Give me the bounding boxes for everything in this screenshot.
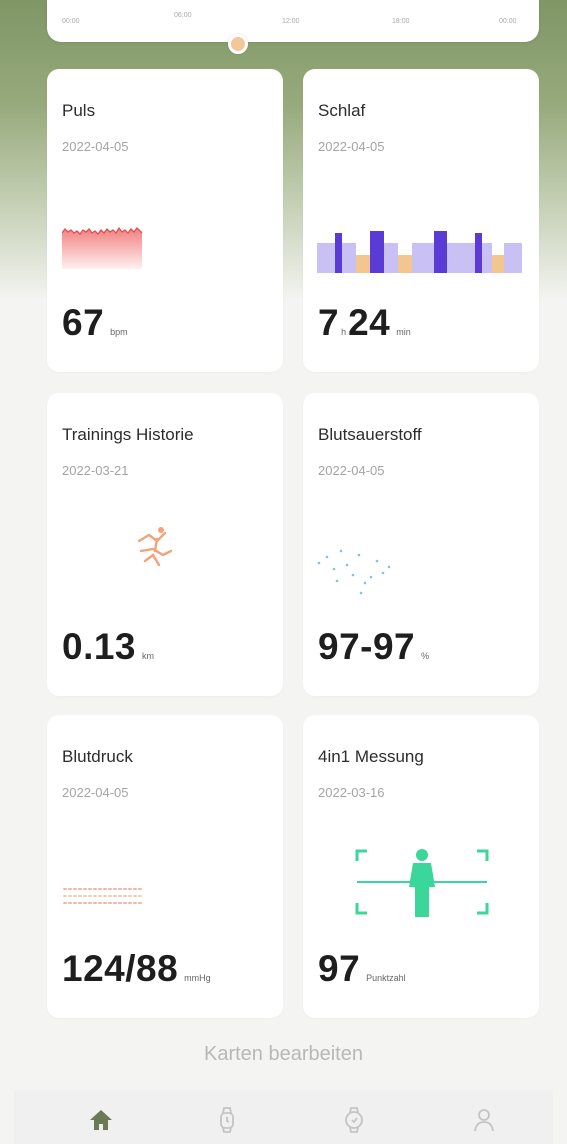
card-date: 2022-04-05 (318, 463, 385, 478)
card-pulse[interactable]: Puls 2022-04-05 67 bpm (47, 69, 283, 372)
edit-cards-link[interactable]: Karten bearbeiten (0, 1043, 567, 1066)
measurement-unit: Punktzahl (366, 973, 406, 983)
card-title: 4in1 Messung (318, 747, 424, 766)
sleep-hours: 7 (318, 302, 340, 343)
card-title: Blutdruck (62, 747, 133, 766)
sleep-bars-chart-icon (317, 231, 522, 273)
card-title: Puls (62, 101, 96, 120)
pulse-value: 67 bpm (62, 302, 128, 344)
training-unit: km (142, 651, 155, 661)
blood-pressure-chart-icon (63, 888, 145, 904)
card-sleep[interactable]: Schlaf 2022-04-05 7 h24 min (303, 69, 539, 372)
oxygen-range: 97-97 (318, 626, 416, 667)
measurement-value: 97 Punktzahl (318, 948, 406, 990)
card-title: Schlaf (318, 101, 366, 120)
card-training-history[interactable]: Trainings Historie 2022-03-21 0.13 km (47, 393, 283, 696)
blood-pressure-unit: mmHg (184, 973, 211, 983)
blood-pressure-reading: 124/88 (62, 948, 179, 989)
card-date: 2022-03-16 (318, 785, 385, 800)
heart-rate-chart-icon (62, 226, 143, 269)
card-date: 2022-04-05 (62, 139, 129, 154)
blood-pressure-value: 124/88 mmHg (62, 948, 211, 990)
card-blood-oxygen[interactable]: Blutsauerstoff 2022-04-05 97-97% (303, 393, 539, 696)
sleep-minutes-unit: min (396, 327, 411, 337)
card-date: 2022-04-05 (318, 139, 385, 154)
measurement-score: 97 (318, 948, 361, 989)
card-blood-pressure[interactable]: Blutdruck 2022-04-05 124/88 mmHg (47, 715, 283, 1018)
watch-icon[interactable] (212, 1105, 242, 1135)
card-title: Blutsauerstoff (318, 425, 422, 444)
home-icon[interactable] (86, 1105, 116, 1135)
card-4in1-measurement[interactable]: 4in1 Messung 2022-03-16 97 Punktzahl (303, 715, 539, 1018)
sleep-hours-unit: h (341, 327, 347, 337)
card-title: Trainings Historie (62, 425, 194, 444)
timeline-tick: 00:00 (499, 18, 517, 25)
training-distance: 0.13 (62, 626, 137, 667)
running-icon (137, 527, 173, 567)
timeline-handle[interactable] (228, 34, 248, 54)
timeline-tick: 06:00 (174, 12, 192, 19)
pulse-unit: bpm (110, 327, 128, 337)
training-value: 0.13 km (62, 626, 154, 668)
body-scan-icon (355, 849, 489, 917)
oxygen-unit: % (421, 651, 430, 661)
watch-face-icon[interactable] (339, 1105, 369, 1135)
card-date: 2022-04-05 (62, 785, 129, 800)
timeline-tick: 12:00 (282, 18, 300, 25)
profile-icon[interactable] (469, 1105, 499, 1135)
sleep-value: 7 h24 min (318, 302, 411, 344)
bottom-navigation (14, 1090, 553, 1144)
card-date: 2022-03-21 (62, 463, 129, 478)
blood-oxygen-dots-icon (317, 549, 391, 595)
day-timeline[interactable]: 00:00 06:00 12:00 18:00 00:00 (47, 0, 539, 42)
sleep-minutes: 24 (348, 302, 391, 343)
oxygen-value: 97-97% (318, 626, 429, 668)
timeline-tick: 00:00 (62, 18, 80, 25)
pulse-number: 67 (62, 302, 105, 343)
timeline-tick: 18:00 (392, 18, 410, 25)
